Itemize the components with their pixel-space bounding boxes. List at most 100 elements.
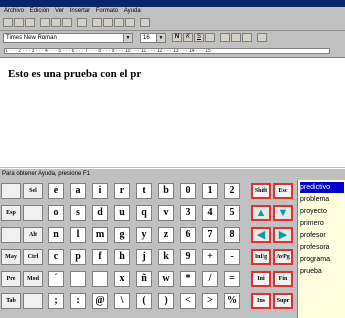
letter-key[interactable]: o [48, 205, 64, 221]
letter-key[interactable]: y [136, 227, 152, 243]
italic-button[interactable]: K [183, 33, 193, 42]
left-function-key[interactable]: Alt [23, 227, 43, 243]
arrow-right-icon[interactable]: ▶ [273, 227, 293, 243]
find-icon[interactable] [77, 18, 87, 27]
right-function-key[interactable]: AvPg [273, 249, 293, 265]
align-center-icon[interactable] [231, 33, 241, 42]
letter-key[interactable]: % [224, 293, 240, 309]
color-icon[interactable] [205, 33, 215, 42]
letter-key[interactable]: m [92, 227, 108, 243]
letter-key[interactable]: * [180, 271, 196, 287]
left-function-key[interactable] [23, 205, 43, 221]
letter-key[interactable]: n [48, 227, 64, 243]
letter-key[interactable]: v [158, 205, 174, 221]
prediction-item[interactable]: predictivo [300, 182, 344, 193]
letter-key[interactable]: q [136, 205, 152, 221]
letter-key[interactable]: \ [114, 293, 130, 309]
left-function-key[interactable] [23, 293, 43, 309]
right-function-key[interactable]: Ini [251, 271, 271, 287]
underline-button[interactable]: S [194, 33, 204, 42]
menu-ayuda[interactable]: Ayuda [124, 8, 141, 14]
letter-key[interactable]: s [70, 205, 86, 221]
letter-key[interactable]: e [48, 183, 64, 199]
right-function-key[interactable]: Fin [273, 271, 293, 287]
save-icon[interactable] [25, 18, 35, 27]
right-function-key[interactable]: Ins [251, 293, 271, 309]
menu-insertar[interactable]: Insertar [70, 8, 90, 14]
left-function-key[interactable]: Pre [1, 271, 21, 287]
prediction-item[interactable]: proyecto [300, 206, 344, 217]
letter-key[interactable]: 5 [224, 205, 240, 221]
letter-key[interactable]: 6 [180, 227, 196, 243]
letter-key[interactable]: 4 [202, 205, 218, 221]
letter-key[interactable]: 2 [224, 183, 240, 199]
prediction-item[interactable]: primero [300, 218, 344, 229]
left-function-key[interactable] [1, 183, 21, 199]
letter-key[interactable]: p [70, 249, 86, 265]
letter-key[interactable]: - [224, 249, 240, 265]
prediction-item[interactable]: problema [300, 194, 344, 205]
bold-button[interactable]: N [172, 33, 182, 42]
print-preview-icon[interactable] [51, 18, 61, 27]
chevron-down-icon[interactable]: ▼ [156, 34, 165, 42]
letter-key[interactable] [70, 271, 86, 287]
letter-key[interactable]: t [136, 183, 152, 199]
left-function-key[interactable]: May [1, 249, 21, 265]
letter-key[interactable]: + [202, 249, 218, 265]
letter-key[interactable]: b [158, 183, 174, 199]
arrow-left-icon[interactable]: ◀ [251, 227, 271, 243]
size-combo[interactable]: 16 ▼ [140, 33, 166, 43]
letter-key[interactable] [92, 271, 108, 287]
new-document-icon[interactable] [3, 18, 13, 27]
letter-key[interactable]: a [70, 183, 86, 199]
letter-key[interactable]: = [224, 271, 240, 287]
letter-key[interactable]: 9 [180, 249, 196, 265]
letter-key[interactable]: ) [158, 293, 174, 309]
menu-formato[interactable]: Formato [96, 8, 118, 14]
cut-icon[interactable] [92, 18, 102, 27]
undo-icon[interactable] [125, 18, 135, 27]
align-left-icon[interactable] [220, 33, 230, 42]
left-function-key[interactable]: Mod [23, 271, 43, 287]
letter-key[interactable]: 1 [202, 183, 218, 199]
letter-key[interactable]: l [70, 227, 86, 243]
prediction-item[interactable]: prueba [300, 266, 344, 277]
letter-key[interactable]: 0 [180, 183, 196, 199]
letter-key[interactable]: : [70, 293, 86, 309]
print-icon[interactable] [40, 18, 50, 27]
letter-key[interactable]: ñ [136, 271, 152, 287]
letter-key[interactable]: k [158, 249, 174, 265]
open-icon[interactable] [14, 18, 24, 27]
menu-archivo[interactable]: Archivo [4, 8, 24, 14]
chevron-down-icon[interactable]: ▼ [123, 34, 132, 42]
letter-key[interactable]: < [180, 293, 196, 309]
letter-key[interactable]: g [114, 227, 130, 243]
spelling-icon[interactable] [62, 18, 72, 27]
prediction-item[interactable]: profesora [300, 242, 344, 253]
letter-key[interactable]: r [114, 183, 130, 199]
letter-key[interactable]: c [48, 249, 64, 265]
letter-key[interactable]: 8 [224, 227, 240, 243]
menu-edicion[interactable]: Edición [30, 8, 50, 14]
letter-key[interactable]: ; [48, 293, 64, 309]
document-area[interactable]: Esto es una prueba con el pr [0, 57, 345, 167]
letter-key[interactable]: j [136, 249, 152, 265]
letter-key[interactable]: / [202, 271, 218, 287]
letter-key[interactable]: d [92, 205, 108, 221]
letter-key[interactable]: f [92, 249, 108, 265]
copy-icon[interactable] [103, 18, 113, 27]
prediction-item[interactable]: profesor [300, 230, 344, 241]
left-function-key[interactable] [1, 227, 21, 243]
letter-key[interactable]: 7 [202, 227, 218, 243]
letter-key[interactable]: u [114, 205, 130, 221]
right-function-key[interactable]: Esc [273, 183, 293, 199]
align-right-icon[interactable] [242, 33, 252, 42]
arrow-up-icon[interactable]: ▲ [251, 205, 271, 221]
prediction-item[interactable]: programa [300, 254, 344, 265]
font-combo[interactable]: Times New Roman ▼ [3, 33, 133, 43]
format-icon[interactable] [140, 18, 150, 27]
letter-key[interactable]: z [158, 227, 174, 243]
right-function-key[interactable]: Supr [273, 293, 293, 309]
letter-key[interactable]: w [158, 271, 174, 287]
left-function-key[interactable]: Ctrl [23, 249, 43, 265]
